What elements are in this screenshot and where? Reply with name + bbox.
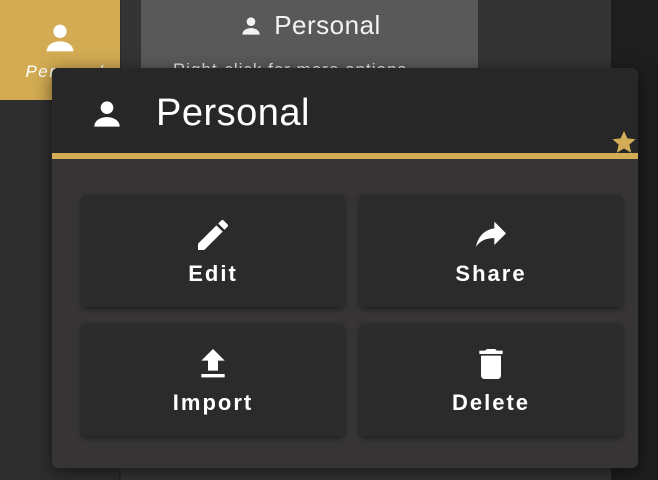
import-label: Import: [172, 390, 254, 415]
person-icon: [242, 16, 260, 35]
upload-icon: [201, 349, 225, 378]
share-arrow-icon: [476, 221, 506, 247]
share-label: Share: [455, 261, 527, 286]
context-popup: Personal Edit Share Import Delete: [52, 68, 638, 468]
import-button[interactable]: Import: [82, 324, 344, 436]
person-icon: [94, 101, 120, 127]
person-icon: [46, 24, 74, 52]
star-icon: [612, 130, 636, 153]
delete-label: Delete: [451, 390, 531, 415]
tooltip-title: Personal: [274, 10, 381, 40]
popup-header: Personal: [52, 68, 638, 159]
pencil-icon: [198, 219, 229, 250]
popup-title: Personal: [156, 92, 310, 134]
app-window: Personal Personal Right-click for more o…: [0, 0, 658, 480]
favorite-button[interactable]: [574, 101, 636, 153]
edit-label: Edit: [188, 261, 238, 286]
edit-button[interactable]: Edit: [82, 195, 344, 307]
trash-icon: [479, 349, 503, 379]
share-button[interactable]: Share: [360, 195, 622, 307]
delete-button[interactable]: Delete: [360, 324, 622, 436]
